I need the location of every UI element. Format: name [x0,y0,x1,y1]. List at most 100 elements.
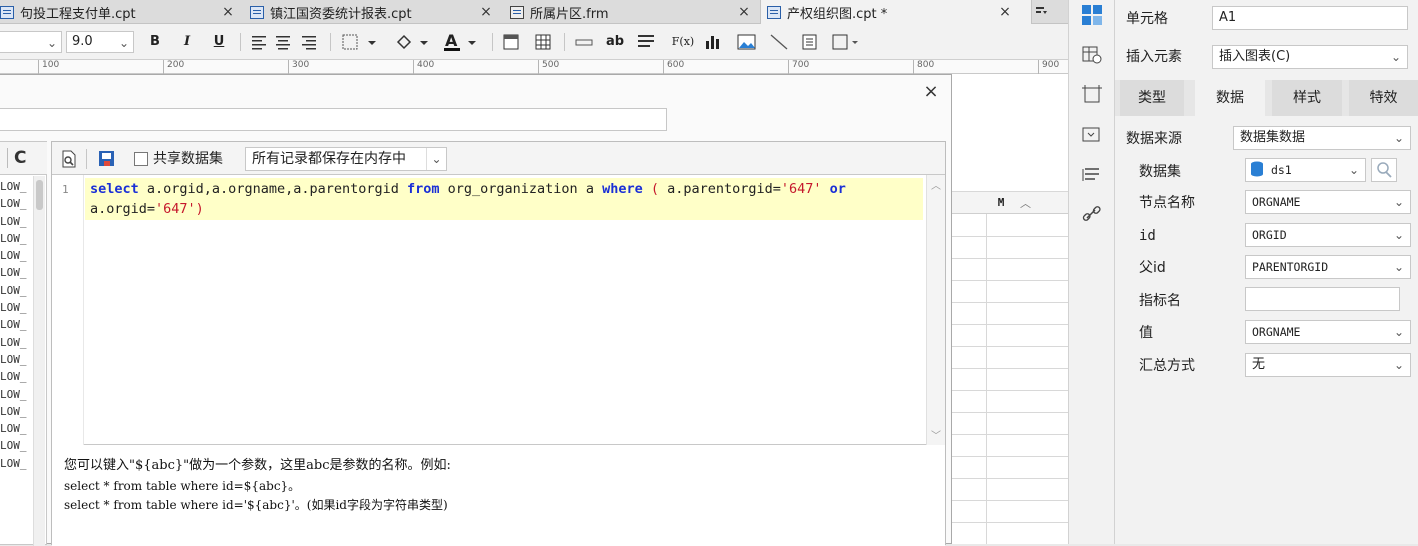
list-item[interactable]: LOW_ [0,282,32,299]
preview-button[interactable] [60,150,78,168]
text-button[interactable]: ab [604,32,626,52]
parent-id-select[interactable]: PARENTORGID ⌄ [1245,255,1411,279]
hyperlink-icon[interactable] [1081,204,1103,226]
scroll-down-icon[interactable]: ﹀ [931,427,941,442]
form-list-icon[interactable] [1081,164,1103,186]
font-size-select[interactable]: 9.0 ⌄ [66,31,134,53]
list-item[interactable]: LOW_ [0,437,32,454]
font-size-value: 9.0 [72,34,93,49]
list-item[interactable]: LOW_ [0,299,32,316]
cell-field[interactable]: A1 [1212,6,1408,30]
tab-suoshu[interactable]: 所属片区.frm [510,0,730,24]
dataset-select[interactable]: ds1 ⌄ [1245,158,1366,182]
dataset-search-button[interactable] [1371,158,1397,182]
chevron-down-icon: ⌄ [118,36,129,50]
toolbar-divider [492,33,493,51]
formula-button[interactable]: F(x) [668,32,698,52]
widget-button[interactable] [830,33,866,51]
sql-paren: ) [195,201,204,217]
diagonal-icon [770,34,788,50]
list-item[interactable]: LOW_ [0,334,32,351]
aggregate-select[interactable]: 无 ⌄ [1245,353,1411,377]
ruler-label: 700 [788,60,809,74]
tab-effect[interactable]: 特效 [1349,80,1418,116]
tab-chanquan-active[interactable]: 产权组织图.cpt * × [760,0,1032,25]
richtext-button[interactable] [636,33,656,51]
tab-data[interactable]: 数据 [1195,80,1265,116]
tab-label: 镇江国资委统计报表.cpt [270,6,412,22]
paint-bucket-icon [396,34,428,50]
tab-label: 产权组织图.cpt * [787,6,888,22]
list-item[interactable]: LOW_ [0,420,32,437]
list-item[interactable]: LOW_ [0,386,32,403]
id-select[interactable]: ORGID ⌄ [1245,223,1411,247]
sql-editor[interactable]: 1 select a.orgid,a.orgname,a.parentorgid… [52,175,945,445]
tab-style[interactable]: 样式 [1272,80,1342,116]
scroll-up-icon[interactable]: ︿ [931,177,941,192]
editor-scrollbar[interactable]: ︿ ﹀ [926,175,945,445]
parameter-button[interactable] [98,150,116,168]
list-item[interactable]: LOW_ [0,247,32,264]
cell-element-icon[interactable] [1081,4,1103,26]
tab-zhenjiang[interactable]: 镇江国资委统计报表.cpt [250,0,470,24]
insert-chart-button[interactable] [704,33,724,51]
list-item[interactable]: LOW_ [0,455,32,472]
insert-image-button[interactable] [736,33,758,51]
list-item[interactable]: LOW_ [0,264,32,281]
italic-button[interactable]: I [178,32,196,52]
frozen-button[interactable] [502,33,520,51]
fill-color-button[interactable] [394,33,434,51]
insert-cell-button[interactable] [574,33,596,51]
align-icons [252,36,316,50]
refresh-button[interactable]: C [14,147,34,169]
tab-close-button[interactable]: × [478,2,494,22]
list-scrollbar[interactable] [33,176,45,546]
value-select[interactable]: ORGNAME ⌄ [1245,320,1411,344]
insert-element-select[interactable]: 插入图表(C) ⌄ [1212,45,1408,69]
chevron-down-icon: ⌄ [46,36,57,50]
tab-list-icon[interactable] [1034,5,1048,19]
insert-element-value: 插入图表(C) [1219,49,1291,64]
tab-close-button[interactable]: × [997,2,1013,22]
tab-close-button[interactable]: × [736,2,752,22]
chevron-down-icon: ⌄ [1393,260,1404,274]
memory-mode-select[interactable]: 所有记录都保存在内存中 ⌄ [245,147,447,171]
list-item[interactable]: LOW_ [0,316,32,333]
metric-name-input[interactable] [1245,287,1400,311]
slash-button[interactable] [768,33,790,51]
underline-button[interactable]: U [210,32,228,52]
report-sheet[interactable]: M ︿ [952,74,1068,544]
list-item[interactable]: LOW_ [0,195,32,212]
font-color-button[interactable]: A [442,31,482,53]
tab-juntou[interactable]: 句投工程支付单.cpt [0,0,205,24]
hint-line: select * from table where id=${abc}。 [64,479,301,493]
condition-attribute-icon[interactable] [1081,124,1103,146]
list-item[interactable]: LOW_ [0,351,32,368]
border-button[interactable] [340,33,380,51]
list-item[interactable]: LOW_ [0,178,32,195]
horizontal-ruler: 100 200 300 400 500 600 700 800 900 [0,60,1068,74]
widget-setting-icon[interactable] [1081,84,1103,106]
cell-attribute-icon[interactable] [1081,44,1103,66]
dataset-name-input[interactable] [0,108,667,131]
list-item[interactable]: LOW_ [0,403,32,420]
font-family-select[interactable]: ⌄ [0,31,62,53]
table-button[interactable] [534,33,552,51]
column-header-m[interactable]: M [986,192,1016,214]
share-dataset-checkbox[interactable] [134,152,148,166]
dialog-close-button[interactable]: × [920,81,942,103]
list-item[interactable]: LOW_ [0,213,32,230]
parameter-icon [99,151,114,166]
scroll-up-icon[interactable]: ︿ [1020,195,1031,211]
bold-button[interactable]: B [146,32,164,52]
list-item[interactable]: LOW_ [0,368,32,385]
sql-paren: ( [642,181,659,197]
subreport-button[interactable] [800,33,820,51]
tab-type[interactable]: 类型 [1120,80,1184,116]
scrollbar-thumb[interactable] [36,180,43,210]
data-source-select[interactable]: 数据集数据 ⌄ [1233,126,1411,150]
node-name-select[interactable]: ORGNAME ⌄ [1245,190,1411,214]
list-item[interactable]: LOW_ [0,230,32,247]
tab-close-button[interactable]: × [220,2,236,22]
data-source-label: 数据来源 [1126,131,1182,147]
